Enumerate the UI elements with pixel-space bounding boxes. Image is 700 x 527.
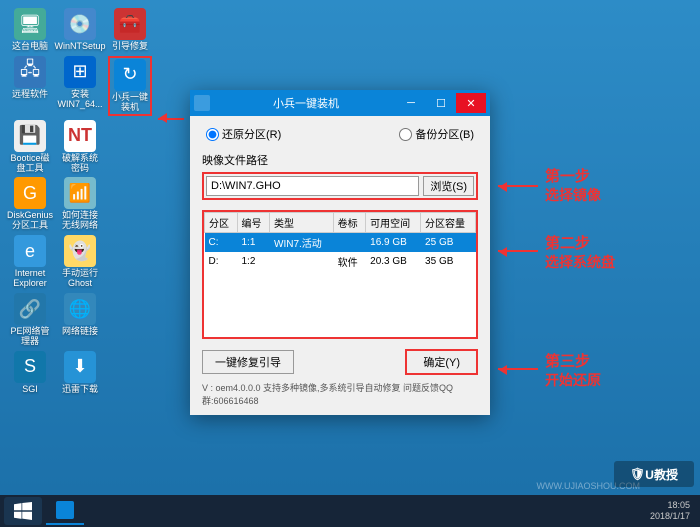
radio-backup[interactable]: 备份分区(B)	[399, 126, 474, 142]
desktop-icon-xiaobing[interactable]: ↻小兵一键装机	[108, 56, 152, 116]
system-tray[interactable]: 18:05 2018/1/17	[650, 500, 696, 522]
desktop-icon-bootice[interactable]: 💾Bootice磁盘工具	[8, 120, 52, 174]
image-path-input[interactable]	[206, 176, 419, 196]
radio-restore[interactable]: 还原分区(R)	[206, 126, 281, 142]
browse-button[interactable]: 浏览(S)	[423, 176, 474, 196]
app-icon	[194, 95, 210, 111]
annotation-step2: 第二步选择系统盘	[545, 235, 615, 273]
logo-watermark: 🛡 U教授	[614, 461, 694, 487]
desktop-icon-diskgenius[interactable]: GDiskGenius分区工具	[8, 177, 52, 231]
arrow-step2	[498, 250, 538, 252]
desktop-icon-bootrepair[interactable]: 🧰引导修复	[108, 8, 152, 52]
table-row[interactable]: C:1:1WIN7.活动16.9 GB25 GB	[205, 233, 476, 253]
desktop-icon-netlink[interactable]: 🌐网络链接	[58, 293, 102, 347]
maximize-button[interactable]: ☐	[426, 93, 456, 113]
status-bar: V : oem4.0.0.0 支持多种镜像,多系统引导自动修复 问题反馈QQ群:…	[202, 381, 478, 407]
minimize-button[interactable]: ─	[396, 93, 426, 113]
desktop-icon-win7install[interactable]: ⊞安装WIN7_64...	[58, 56, 102, 116]
table-header[interactable]: 分区	[205, 213, 238, 233]
titlebar[interactable]: 小兵一键装机 ─ ☐ ✕	[190, 90, 490, 116]
table-header[interactable]: 分区容量	[421, 213, 476, 233]
arrow-step1	[498, 185, 538, 187]
desktop-icon-sgi[interactable]: SSGI	[8, 351, 52, 395]
arrow-to-icon	[158, 118, 184, 120]
desktop-icon-crackpwd[interactable]: NT破解系统密码	[58, 120, 102, 174]
repair-boot-button[interactable]: 一键修复引导	[202, 350, 294, 374]
arrow-step3	[498, 368, 538, 370]
desktop-icon-ghost[interactable]: 👻手动运行Ghost	[58, 235, 102, 289]
desktop-icon-wifi[interactable]: 📶如何连接无线网络	[58, 177, 102, 231]
taskbar: 18:05 2018/1/17	[0, 495, 700, 527]
close-button[interactable]: ✕	[456, 93, 486, 113]
desktop-icon-penet[interactable]: 🔗PE网络管理器	[8, 293, 52, 347]
ok-button[interactable]: 确定(Y)	[405, 349, 478, 375]
path-row-highlight: 浏览(S)	[202, 172, 478, 200]
task-item-app[interactable]	[46, 497, 84, 525]
table-header[interactable]: 编号	[237, 213, 270, 233]
desktop-icon-ie[interactable]: eInternet Explorer	[8, 235, 52, 289]
desktop-icon-computer[interactable]: 🖥这台电脑	[8, 8, 52, 52]
app-window: 小兵一键装机 ─ ☐ ✕ 还原分区(R) 备份分区(B) 映像文件路径 浏览(S…	[190, 90, 490, 415]
start-button[interactable]	[4, 497, 42, 525]
table-header[interactable]: 可用空间	[366, 213, 421, 233]
annotation-step1: 第一步选择镜像	[545, 168, 601, 206]
path-label: 映像文件路径	[202, 152, 478, 168]
table-header[interactable]: 类型	[270, 213, 334, 233]
partition-table[interactable]: 分区编号类型卷标可用空间分区容量 C:1:1WIN7.活动16.9 GB25 G…	[204, 212, 476, 271]
desktop-icon-remote[interactable]: 🖧远程软件	[8, 56, 52, 116]
partition-table-highlight: 分区编号类型卷标可用空间分区容量 C:1:1WIN7.活动16.9 GB25 G…	[202, 210, 478, 339]
annotation-step3: 第三步开始还原	[545, 353, 601, 391]
desktop-icon-thunder[interactable]: ⬇迅雷下载	[58, 351, 102, 395]
table-header[interactable]: 卷标	[333, 213, 366, 233]
table-row[interactable]: D:1:2软件20.3 GB35 GB	[205, 252, 476, 271]
windows-icon	[14, 502, 32, 520]
desktop-icon-winntsetup[interactable]: 💿WinNTSetup	[58, 8, 102, 52]
window-title: 小兵一键装机	[216, 95, 396, 111]
